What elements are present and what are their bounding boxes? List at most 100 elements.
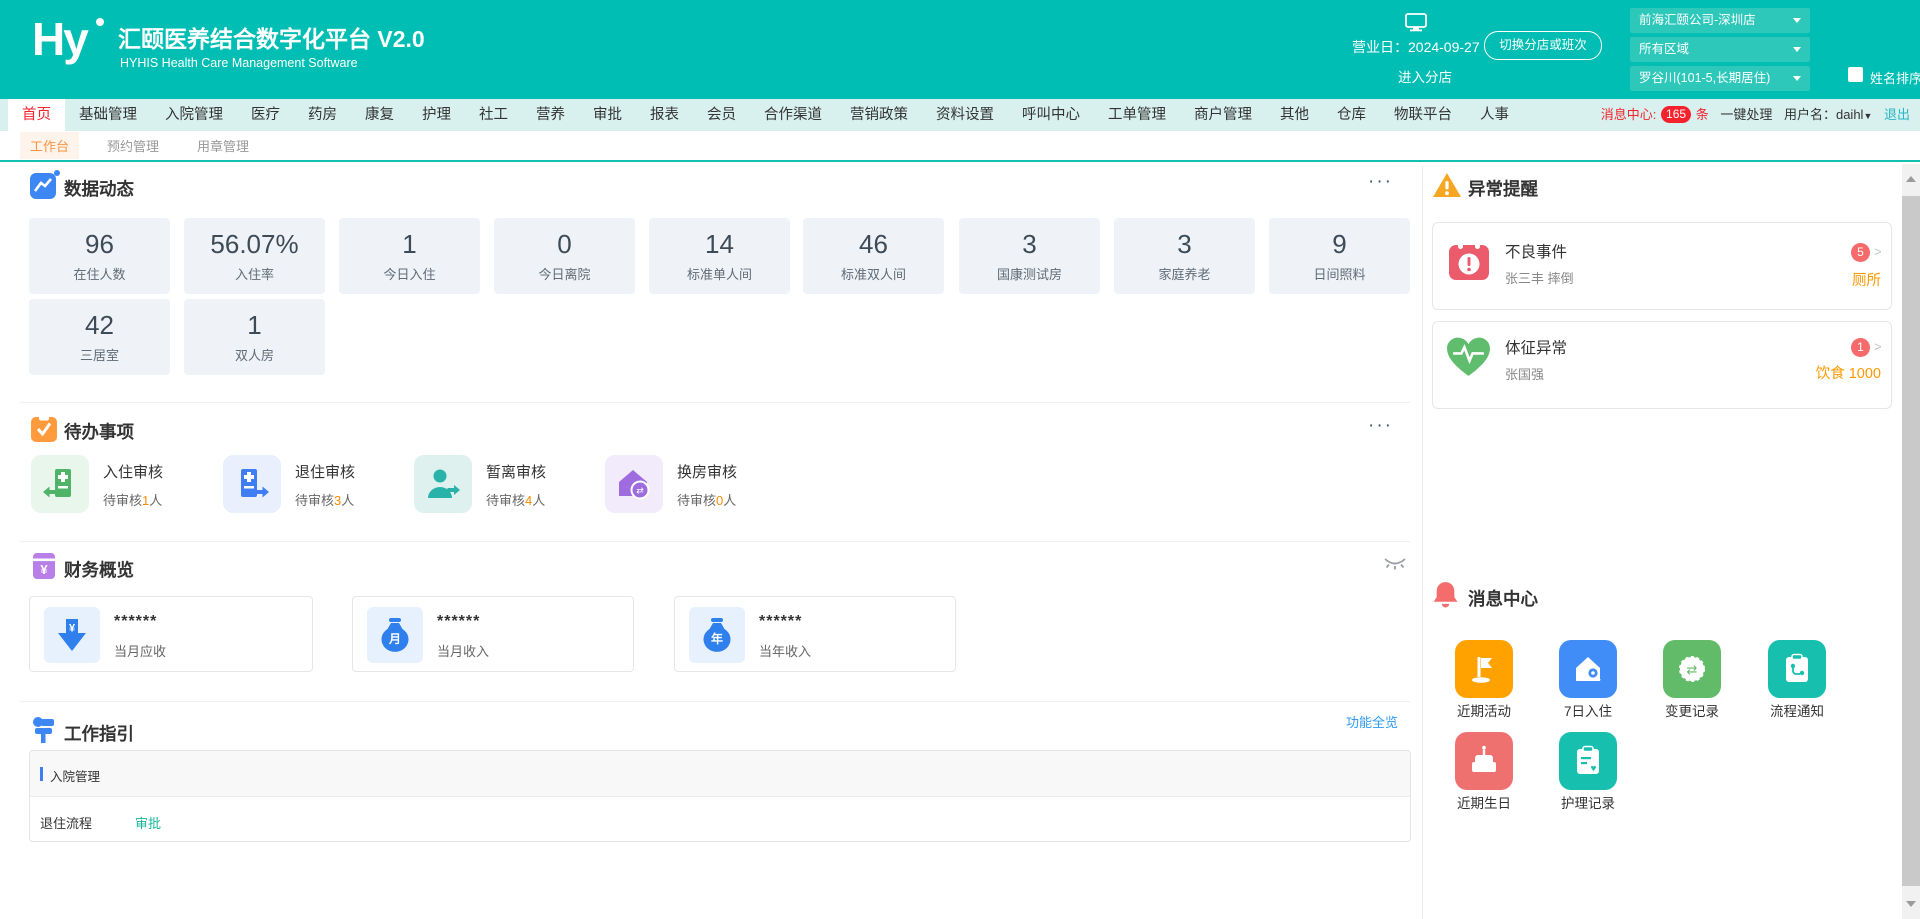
house-key-icon	[1572, 653, 1604, 685]
feature-overview-link[interactable]: 功能全览	[1346, 712, 1398, 731]
message-center-label[interactable]: 消息中心:	[1601, 107, 1657, 122]
branch-select[interactable]: 前海汇颐公司-深圳店	[1630, 8, 1810, 33]
finance-card: ¥ ****** 当月应收	[29, 596, 313, 672]
guide-panel: 入院管理 退住流程 审批	[29, 750, 1411, 842]
name-sort-checkbox[interactable]	[1848, 67, 1863, 82]
nav-item[interactable]: 社工	[465, 99, 522, 131]
nav-item-home[interactable]: 首页	[8, 99, 65, 131]
nav-item[interactable]: 合作渠道	[750, 99, 836, 131]
guide-approve-link[interactable]: 审批	[135, 813, 161, 832]
enter-branch-link[interactable]: 进入分店	[1398, 66, 1452, 86]
moneybag-month-icon: 月	[377, 617, 413, 653]
nav-item[interactable]: 营养	[522, 99, 579, 131]
checkin-review-item[interactable]	[31, 455, 89, 513]
resident-select[interactable]: 罗谷川(101-5,长期居住)	[1630, 66, 1810, 91]
stat-value: 3	[959, 229, 1100, 260]
stat-label: 国康测试房	[959, 264, 1100, 283]
todo-sub: 待审核4人	[486, 490, 545, 509]
switch-branch-button[interactable]: 切换分店或班次	[1484, 31, 1602, 60]
arrow-down-yen-icon: ¥	[54, 617, 90, 653]
nav-item[interactable]: 其他	[1266, 99, 1323, 131]
logout-link[interactable]: 退出	[1884, 107, 1910, 122]
process-notice-item[interactable]	[1768, 640, 1826, 698]
section-separator	[20, 541, 1410, 542]
subnav-item-workbench[interactable]: 工作台	[20, 132, 79, 159]
stat-value: 56.07%	[184, 229, 325, 260]
svg-text:年: 年	[711, 631, 723, 646]
eye-closed-icon[interactable]	[1383, 557, 1407, 571]
message-item-label: 护理记录	[1518, 792, 1658, 812]
nav-item[interactable]: 资料设置	[922, 99, 1008, 131]
stat-label: 双人房	[184, 345, 325, 364]
arrow-right-icon[interactable]: >	[1874, 339, 1882, 354]
nav-item[interactable]: 审批	[579, 99, 636, 131]
finance-label: 当月收入	[437, 641, 489, 660]
nav-item[interactable]: 仓库	[1323, 99, 1380, 131]
nav-item[interactable]: 康复	[351, 99, 408, 131]
scrollbar-thumb[interactable]	[1902, 196, 1920, 886]
nav-item[interactable]: 基础管理	[65, 99, 151, 131]
message-count-badge[interactable]: 165	[1661, 106, 1691, 123]
adverse-event-card[interactable]: 不良事件 张三丰 摔倒 5 > 厕所	[1432, 222, 1892, 310]
resident-select-value: 罗谷川(101-5,长期居住)	[1639, 71, 1770, 85]
checkout-review-item[interactable]	[223, 455, 281, 513]
chevron-down-icon	[1793, 76, 1801, 81]
branch-select-value: 前海汇颐公司-深圳店	[1639, 13, 1756, 27]
area-select[interactable]: 所有区域	[1630, 37, 1810, 62]
more-dots-icon[interactable]: ···	[1368, 416, 1393, 435]
leave-review-item[interactable]	[414, 455, 472, 513]
alert-tag: 厕所	[1852, 269, 1881, 290]
room-change-review-item[interactable]: ⇄	[605, 455, 663, 513]
stat-value: 1	[184, 310, 325, 341]
nav-item[interactable]: 入院管理	[151, 99, 237, 131]
guide-section-title: 工作指引	[64, 721, 134, 746]
warning-triangle-icon	[1432, 172, 1462, 198]
stat-label: 今日离院	[494, 264, 635, 283]
nav-item[interactable]: 报表	[636, 99, 693, 131]
finance-icon-tile: ¥	[44, 607, 100, 663]
nav-item[interactable]: 商户管理	[1180, 99, 1266, 131]
username-label[interactable]: 用户名：daihl	[1784, 107, 1863, 122]
nav-item[interactable]: 会员	[693, 99, 750, 131]
todo-suffix: 人	[149, 493, 162, 508]
subnav-item[interactable]: 用章管理	[187, 132, 259, 159]
nav-item[interactable]: 物联平台	[1380, 99, 1466, 131]
svg-text:⇄: ⇄	[636, 486, 644, 496]
finance-icon-tile: 年	[689, 607, 745, 663]
seven-day-checkin-item[interactable]	[1559, 640, 1617, 698]
arrow-right-icon[interactable]: >	[1874, 244, 1882, 259]
vertical-scrollbar[interactable]	[1902, 164, 1920, 919]
todo-title: 换房审核	[677, 461, 737, 482]
quick-handle-link[interactable]: 一键处理	[1720, 107, 1772, 122]
checkout-building-icon	[234, 466, 270, 502]
flag-icon	[1468, 653, 1500, 685]
nav-item[interactable]: 药房	[294, 99, 351, 131]
nav-item[interactable]: 护理	[408, 99, 465, 131]
subnav-item[interactable]: 预约管理	[97, 132, 169, 159]
scroll-down-button[interactable]	[1902, 895, 1920, 913]
stat-card: 0今日离院	[494, 218, 635, 294]
nav-item[interactable]: 人事	[1466, 99, 1523, 131]
scroll-up-button[interactable]	[1902, 170, 1920, 188]
change-records-item[interactable]: ⇄	[1663, 640, 1721, 698]
alert-subtitle: 张三丰 摔倒	[1505, 268, 1574, 287]
todo-suffix: 人	[341, 493, 354, 508]
care-records-item[interactable]: ♥	[1559, 732, 1617, 790]
business-date: 营业日：2024-09-27	[1352, 37, 1480, 57]
person-leave-icon	[425, 466, 461, 502]
more-dots-icon[interactable]: ···	[1368, 172, 1393, 191]
stat-card: 3 国康测试房	[959, 218, 1100, 294]
nav-item[interactable]: 呼叫中心	[1008, 99, 1094, 131]
nav-item[interactable]: 营销政策	[836, 99, 922, 131]
recent-activities-item[interactable]	[1455, 640, 1513, 698]
finance-value: ******	[759, 613, 802, 631]
nav-item[interactable]: 医疗	[237, 99, 294, 131]
guide-group-header[interactable]: 入院管理	[30, 751, 1410, 797]
stat-value: 14	[649, 229, 790, 260]
nav-item[interactable]: 工单管理	[1094, 99, 1180, 131]
guide-row-label: 退住流程	[40, 813, 92, 832]
caret-down-icon[interactable]: ▼	[1863, 111, 1872, 121]
area-select-value: 所有区域	[1639, 42, 1689, 56]
vital-sign-alert-card[interactable]: 体征异常 张国强 1 > 饮食 1000	[1432, 321, 1892, 409]
recent-birthdays-item[interactable]	[1455, 732, 1513, 790]
